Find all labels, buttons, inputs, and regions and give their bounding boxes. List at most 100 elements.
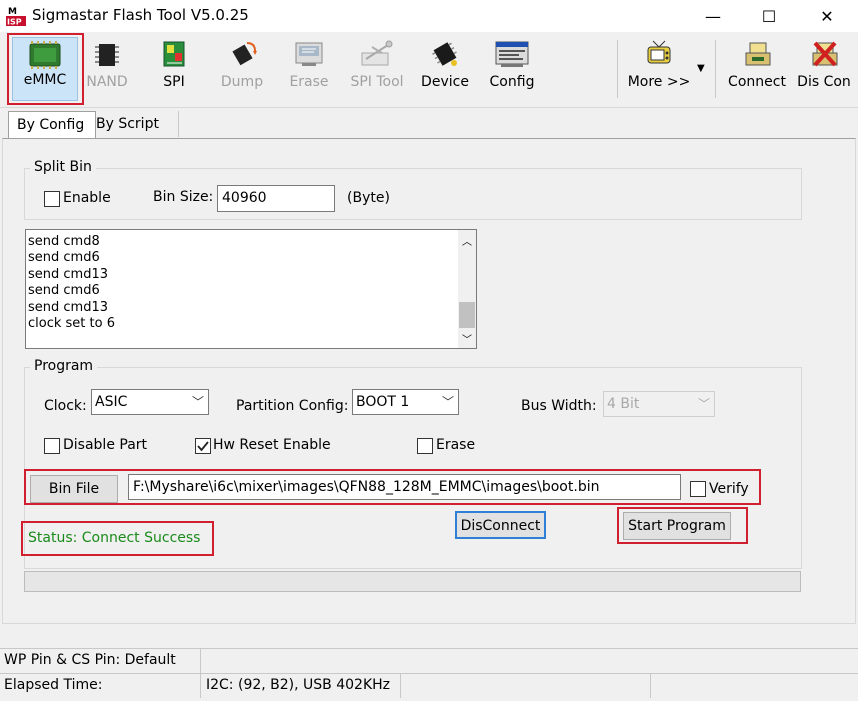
svg-text:M: M — [8, 7, 17, 17]
minimize-button[interactable]: — — [690, 0, 736, 32]
bus-width-value: 4 Bit — [607, 396, 640, 412]
config-icon — [493, 39, 531, 69]
log-line: send cmd6 — [28, 250, 100, 266]
split-bin-title: Split Bin — [30, 159, 96, 175]
bin-size-label: Bin Size: — [153, 189, 214, 205]
log-line: send cmd13 — [28, 299, 108, 315]
spi-tool-icon — [358, 39, 396, 69]
elapsed-time-label: Elapsed Time: — [4, 677, 103, 693]
toolbar-dump-label: Dump — [220, 74, 264, 90]
connect-icon — [738, 39, 776, 69]
toolbar-spi-tool-label: SPI Tool — [350, 74, 404, 90]
toolbar-emmc-button[interactable]: eMMC — [12, 37, 78, 101]
toolbar-spi-button[interactable]: SPI — [142, 34, 206, 104]
toolbar-discon-button[interactable]: Dis Con — [792, 34, 856, 104]
partition-config-select[interactable]: BOOT 1 ﹀ — [352, 389, 459, 415]
disable-part-checkbox[interactable] — [44, 438, 60, 454]
nand-chip-icon — [88, 39, 126, 69]
bin-file-path-input[interactable]: F:\Myshare\i6c\mixer\images\QFN88_128M_E… — [128, 474, 681, 500]
toolbar-nand-button[interactable]: NAND — [75, 34, 139, 104]
split-bin-enable-checkbox[interactable] — [44, 191, 60, 207]
bus-width-select[interactable]: 4 Bit ﹀ — [603, 391, 715, 417]
toolbar-spi-label: SPI — [163, 74, 185, 90]
emmc-chip-icon — [26, 40, 64, 70]
log-line: send cmd13 — [28, 266, 108, 282]
status-divider — [200, 649, 201, 673]
toolbar-nand-label: NAND — [86, 74, 128, 90]
progress-bar — [24, 571, 801, 592]
tv-icon — [640, 39, 678, 69]
scroll-down-icon[interactable]: ﹀ — [462, 331, 472, 346]
log-lines: send cmd8 send cmd6 send cmd13 send cmd6… — [28, 234, 115, 332]
toolbar-dump-button[interactable]: Dump — [210, 34, 274, 104]
log-line: clock set to 6 — [28, 316, 115, 332]
status-divider — [650, 674, 651, 698]
erase-checkbox[interactable] — [417, 438, 433, 454]
title-bar[interactable]: M ISP Sigmastar Flash Tool V5.0.25 — ☐ ✕ — [0, 0, 858, 32]
bin-size-unit: (Byte) — [347, 190, 390, 206]
toolbar-config-button[interactable]: Config — [480, 34, 544, 104]
chevron-down-icon: ﹀ — [697, 397, 710, 411]
toolbar-separator-2 — [715, 40, 716, 98]
close-icon: ✕ — [820, 6, 834, 26]
toolbar-device-label: Device — [421, 74, 469, 90]
toolbar-more-label: More >> — [627, 74, 691, 90]
svg-text:ISP: ISP — [7, 18, 22, 27]
bus-width-label: Bus Width: — [521, 398, 597, 414]
maximize-button[interactable]: ☐ — [746, 0, 792, 32]
toolbar-more-button[interactable]: More >> — [626, 34, 692, 104]
log-scrollbar[interactable]: ︿ ﹀ — [458, 230, 476, 348]
bin-file-button[interactable]: Bin File — [30, 475, 118, 503]
toolbar-erase-button[interactable]: Erase — [277, 34, 341, 104]
device-icon — [426, 39, 464, 69]
more-dropdown-arrow-icon[interactable]: ▼ — [697, 63, 705, 74]
hw-reset-enable-checkbox[interactable] — [195, 438, 211, 454]
app-logo-icon: M ISP — [6, 6, 26, 27]
clock-select-value: ASIC — [95, 394, 128, 410]
toolbar-spi-tool-button[interactable]: SPI Tool — [345, 34, 409, 104]
scroll-up-icon[interactable]: ︿ — [462, 233, 472, 248]
minimize-icon: — — [705, 6, 721, 26]
status-divider — [200, 674, 201, 698]
toolbar-emmc-label: eMMC — [23, 72, 67, 88]
disconnect-button[interactable]: DisConnect — [455, 511, 546, 539]
toolbar-connect-button[interactable]: Connect — [725, 34, 789, 104]
log-output[interactable]: send cmd8 send cmd6 send cmd13 send cmd6… — [25, 229, 477, 349]
toolbar-connect-label: Connect — [728, 74, 786, 90]
scroll-thumb[interactable] — [459, 302, 475, 328]
clock-label: Clock: — [44, 398, 87, 414]
verify-checkbox[interactable] — [690, 481, 706, 497]
wp-pin-status: WP Pin & CS Pin: Default — [4, 652, 176, 668]
status-bar-bottom: Elapsed Time: I2C: (92, B2), USB 402KHz — [0, 673, 858, 698]
split-bin-group — [24, 168, 802, 220]
toolbar-config-label: Config — [489, 74, 535, 90]
disable-part-label: Disable Part — [63, 437, 148, 453]
window-title: Sigmastar Flash Tool V5.0.25 — [32, 6, 249, 24]
erase-icon — [290, 39, 328, 69]
tab-by-script[interactable]: By Script — [88, 111, 179, 137]
status-text: Status: Connect Success — [28, 530, 201, 546]
chevron-down-icon: ﹀ — [191, 395, 204, 409]
toolbar-discon-label: Dis Con — [797, 74, 851, 90]
erase-label: Erase — [436, 437, 476, 453]
log-line: send cmd6 — [28, 283, 100, 299]
chevron-down-icon: ﹀ — [441, 395, 454, 409]
toolbar-device-button[interactable]: Device — [413, 34, 477, 104]
start-program-button[interactable]: Start Program — [623, 512, 731, 540]
maximize-icon: ☐ — [761, 6, 777, 26]
hw-reset-enable-label: Hw Reset Enable — [213, 437, 331, 453]
bin-size-input[interactable]: 40960 — [217, 185, 335, 212]
toolbar-erase-label: Erase — [289, 74, 329, 90]
clock-select[interactable]: ASIC ﹀ — [91, 389, 209, 415]
close-button[interactable]: ✕ — [804, 0, 850, 32]
log-line: send cmd8 — [28, 234, 100, 249]
verify-label: Verify — [709, 481, 749, 497]
i2c-usb-info: I2C: (92, B2), USB 402KHz — [206, 677, 390, 693]
partition-config-label: Partition Config: — [236, 398, 349, 414]
tab-by-config[interactable]: By Config — [8, 111, 96, 138]
split-bin-enable-label: Enable — [63, 190, 111, 206]
checkmark-icon — [197, 441, 209, 452]
dump-icon — [223, 39, 261, 69]
status-divider — [400, 674, 401, 698]
toolbar-separator — [617, 40, 618, 98]
